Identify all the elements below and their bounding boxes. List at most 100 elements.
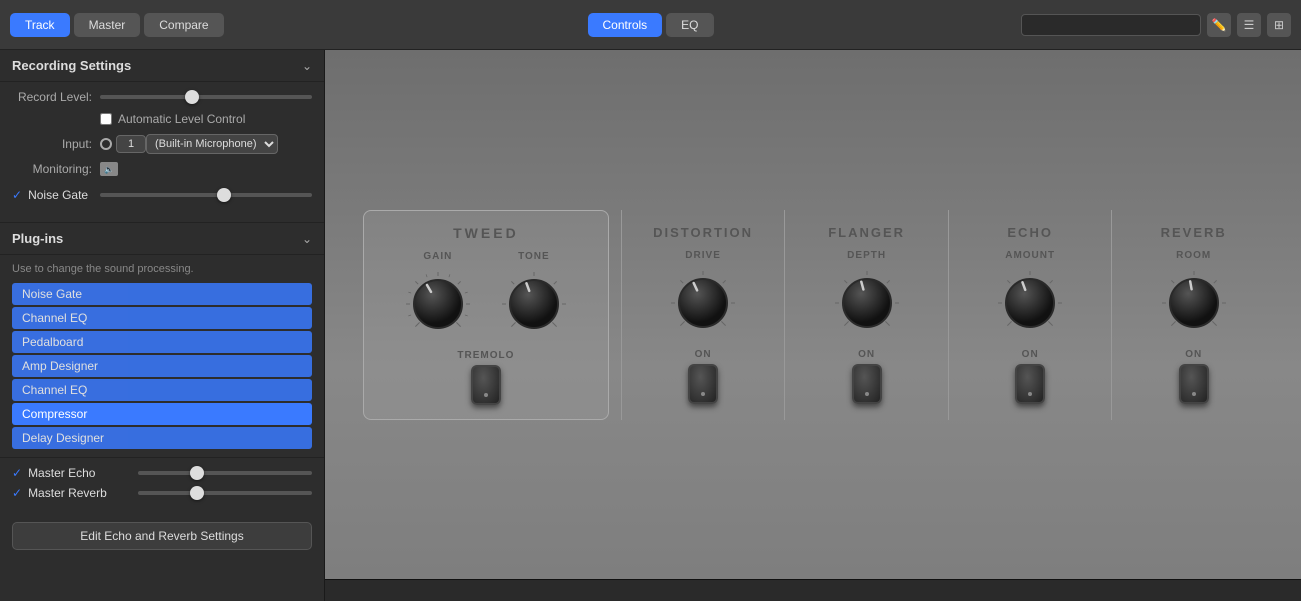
auto-level-label: Automatic Level Control <box>118 112 245 126</box>
pencil-icon[interactable]: ✏️ <box>1207 13 1231 37</box>
tab-track[interactable]: Track <box>10 13 70 37</box>
tremolo-knob[interactable] <box>471 365 501 405</box>
record-level-row: Record Level: <box>12 90 312 104</box>
amount-knob[interactable] <box>994 267 1066 339</box>
drive-knob-container: DRIVE <box>667 250 739 339</box>
amp-group-echo: ECHO AMOUNT <box>961 225 1100 404</box>
echo-toggle[interactable] <box>1015 364 1045 404</box>
echo-on-label: ON <box>1022 349 1039 360</box>
amp-area: TWEED GAIN <box>325 50 1301 579</box>
monitoring-row: Monitoring: 🔈 <box>12 162 312 176</box>
tone-knob[interactable] <box>498 268 570 340</box>
auto-level-checkbox[interactable] <box>100 113 112 125</box>
divider-4 <box>1111 210 1112 420</box>
drive-label: DRIVE <box>685 250 721 261</box>
master-reverb-label: Master Reverb <box>28 486 128 500</box>
noise-gate-slider[interactable] <box>100 193 312 197</box>
amp-group-tweed: TWEED GAIN <box>363 210 609 420</box>
depth-knob-svg <box>831 267 903 339</box>
tweed-title: TWEED <box>453 225 519 241</box>
noise-gate-thumb[interactable] <box>217 188 231 202</box>
recording-settings-header[interactable]: Recording Settings ⌄ <box>0 50 324 82</box>
plugin-item-compressor[interactable]: Compressor <box>12 403 312 425</box>
master-reverb-slider[interactable] <box>138 491 312 495</box>
monitoring-icon[interactable]: 🔈 <box>100 162 118 176</box>
recording-settings-body: Record Level: Automatic Level Control In… <box>0 82 324 222</box>
master-echo-row: ✓ Master Echo <box>12 466 312 480</box>
plugins-header[interactable]: Plug-ins ⌄ <box>0 223 324 255</box>
noise-gate-checkmark[interactable]: ✓ <box>12 188 22 202</box>
tab-group-center: Controls EQ <box>587 13 713 37</box>
master-echo-slider[interactable] <box>138 471 312 475</box>
reverb-on-container: ON <box>1179 349 1209 404</box>
tab-master[interactable]: Master <box>74 13 141 37</box>
input-device-select[interactable]: (Built-in Microphone) <box>146 134 278 154</box>
main-content: Recording Settings ⌄ Record Level: Autom… <box>0 50 1301 601</box>
reverb-toggle[interactable] <box>1179 364 1209 404</box>
noise-gate-label: Noise Gate <box>28 188 88 202</box>
right-panel: TWEED GAIN <box>325 50 1301 601</box>
master-section: ✓ Master Echo ✓ Master Reverb <box>0 457 324 514</box>
plugins-chevron: ⌄ <box>302 232 312 246</box>
distortion-toggle[interactable] <box>688 364 718 404</box>
recording-settings-chevron: ⌄ <box>302 59 312 73</box>
depth-label: DEPTH <box>847 250 886 261</box>
edit-echo-reverb-button[interactable]: Edit Echo and Reverb Settings <box>12 522 312 550</box>
top-bar: Track Master Compare Controls EQ ✏️ ☰ ⊞ <box>0 0 1301 50</box>
master-echo-check[interactable]: ✓ <box>12 466 22 480</box>
flanger-on-container: ON <box>852 349 882 404</box>
master-echo-thumb[interactable] <box>190 466 204 480</box>
plugin-item-channel-eq-2[interactable]: Channel EQ <box>12 379 312 401</box>
tweed-knobs: GAIN <box>402 251 570 340</box>
tab-group-right: ✏️ ☰ ⊞ <box>1021 13 1291 37</box>
echo-on-container: ON <box>1015 349 1045 404</box>
right-panel-status-bar <box>325 579 1301 601</box>
gain-knob-svg <box>402 268 474 340</box>
input-number[interactable] <box>116 135 146 153</box>
tab-compare[interactable]: Compare <box>144 13 223 37</box>
drive-knob[interactable] <box>667 267 739 339</box>
tone-knob-container: TONE <box>498 251 570 340</box>
amount-knob-svg <box>994 267 1066 339</box>
flanger-toggle[interactable] <box>852 364 882 404</box>
reverb-title: REVERB <box>1161 225 1227 240</box>
list-icon[interactable]: ☰ <box>1237 13 1261 37</box>
depth-knob[interactable] <box>831 267 903 339</box>
gain-knob-container: GAIN <box>402 251 474 340</box>
gain-knob[interactable] <box>402 268 474 340</box>
room-knob-container: ROOM <box>1158 250 1230 339</box>
record-level-thumb[interactable] <box>185 90 199 104</box>
depth-knob-container: DEPTH <box>831 250 903 339</box>
grid-icon[interactable]: ⊞ <box>1267 13 1291 37</box>
room-knob[interactable] <box>1158 267 1230 339</box>
input-mic-icon <box>100 138 112 150</box>
master-reverb-check[interactable]: ✓ <box>12 486 22 500</box>
plugin-item-amp-designer[interactable]: Amp Designer <box>12 355 312 377</box>
amp-group-distortion: DISTORTION DRIVE <box>634 225 773 404</box>
record-level-slider[interactable] <box>100 95 312 99</box>
plugins-title: Plug-ins <box>12 231 63 246</box>
plugin-item-channel-eq-1[interactable]: Channel EQ <box>12 307 312 329</box>
amount-label: AMOUNT <box>1005 250 1055 261</box>
master-reverb-row: ✓ Master Reverb <box>12 486 312 500</box>
amp-group-reverb: REVERB ROOM <box>1124 225 1263 404</box>
room-label: ROOM <box>1176 250 1211 261</box>
plugin-item-noise-gate[interactable]: Noise Gate <box>12 283 312 305</box>
master-echo-label: Master Echo <box>28 466 128 480</box>
tab-eq[interactable]: EQ <box>666 13 713 37</box>
flanger-on-label: ON <box>858 349 875 360</box>
plugin-item-delay-designer[interactable]: Delay Designer <box>12 427 312 449</box>
distortion-on-label: ON <box>695 349 712 360</box>
plugins-help-text: Use to change the sound processing. <box>12 263 312 275</box>
tremolo-container: TREMOLO <box>457 350 514 405</box>
drive-knob-svg <box>667 267 739 339</box>
search-input[interactable] <box>1021 14 1201 36</box>
plugin-item-pedalboard[interactable]: Pedalboard <box>12 331 312 353</box>
master-reverb-thumb[interactable] <box>190 486 204 500</box>
tab-controls[interactable]: Controls <box>587 13 662 37</box>
tab-group-left: Track Master Compare <box>10 13 224 37</box>
auto-level-row: Automatic Level Control <box>100 112 312 126</box>
input-row: Input: (Built-in Microphone) <box>12 134 312 154</box>
tone-knob-svg <box>498 268 570 340</box>
echo-title: ECHO <box>1007 225 1053 240</box>
